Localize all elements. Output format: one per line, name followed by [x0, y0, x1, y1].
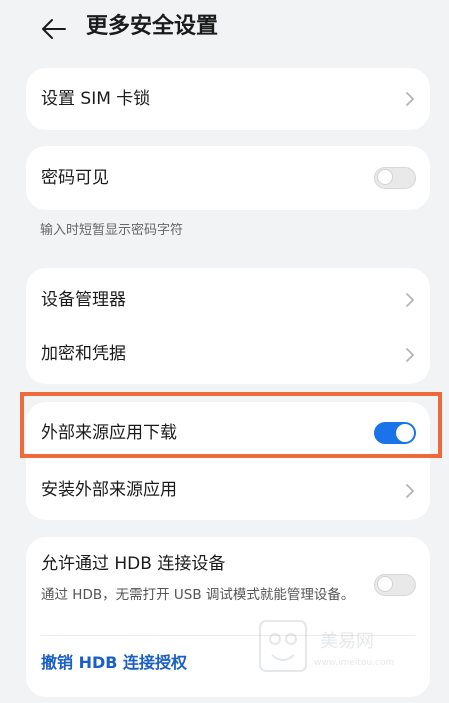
- toggle-knob: [377, 576, 393, 592]
- toggle-knob: [377, 169, 393, 185]
- chevron-right-icon: [406, 92, 414, 106]
- device-group-card: 设备管理器 加密和凭据: [26, 268, 430, 384]
- hdb-label: 允许通过 HDB 连接设备: [41, 554, 226, 574]
- encryption-label: 加密和凭据: [41, 344, 126, 364]
- hdb-description: 通过 HDB，无需打开 USB 调试模式就能管理设备。: [41, 587, 355, 603]
- install-external-label: 安装外部来源应用: [41, 480, 177, 500]
- page-title: 更多安全设置: [86, 14, 219, 39]
- encryption-row[interactable]: 加密和凭据: [26, 326, 430, 384]
- install-external-row[interactable]: 安装外部来源应用: [26, 462, 430, 520]
- chevron-right-icon: [406, 348, 414, 362]
- arrow-left-icon[interactable]: [40, 17, 68, 41]
- highlight-box: [20, 392, 442, 458]
- top-bar: 更多安全设置: [0, 0, 449, 58]
- watermark-logo: 美易网 www.imeitou.com: [259, 620, 394, 672]
- device-manager-label: 设备管理器: [41, 290, 126, 310]
- svg-text:美易网: 美易网: [320, 631, 374, 652]
- chevron-right-icon: [406, 484, 414, 498]
- password-visible-toggle[interactable]: [374, 167, 416, 189]
- svg-text:www.imeitou.com: www.imeitou.com: [314, 658, 394, 668]
- sim-lock-label: 设置 SIM 卡锁: [41, 89, 151, 109]
- sim-lock-card[interactable]: 设置 SIM 卡锁: [26, 68, 430, 130]
- device-manager-row[interactable]: 设备管理器: [26, 268, 430, 326]
- hdb-toggle[interactable]: [374, 574, 416, 596]
- password-visible-label: 密码可见: [41, 168, 109, 188]
- password-visible-description: 输入时短暂显示密码字符: [40, 223, 184, 238]
- chevron-right-icon: [406, 293, 414, 307]
- password-visible-card: 密码可见: [26, 146, 430, 210]
- revoke-hdb-link[interactable]: 撤销 HDB 连接授权: [41, 651, 187, 675]
